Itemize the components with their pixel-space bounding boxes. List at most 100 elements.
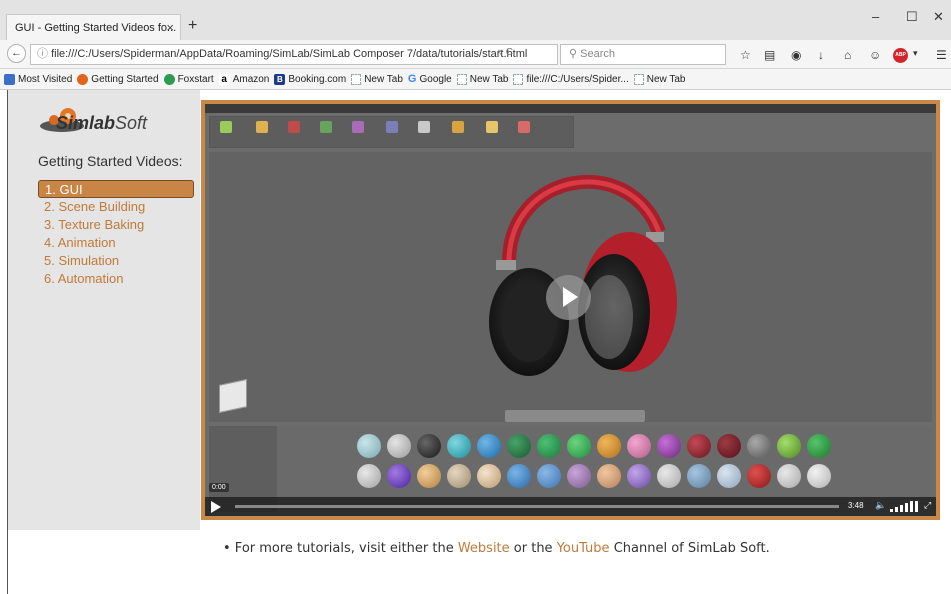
navigation-bar: ← ⓘ file:///C:/Users/Spiderman/AppData/R… <box>0 40 951 69</box>
google-icon: G <box>407 73 417 85</box>
home-icon[interactable]: ⌂ <box>844 48 851 62</box>
material-sphere <box>807 434 831 458</box>
duration: 3:48 <box>848 501 864 510</box>
bookmark-label: Getting Started <box>91 73 159 85</box>
video-controls: 0:00 3:48 🔈 ⤢ <box>205 483 936 516</box>
pocket-icon[interactable]: ◉ <box>791 48 801 62</box>
new-tab-button[interactable]: + <box>188 17 197 35</box>
bookmark-most-visited[interactable]: Most Visited <box>4 73 73 85</box>
reload-icon[interactable]: ▿ C <box>498 47 513 58</box>
bookmark-label: Booking.com <box>288 73 347 85</box>
bookmark-label: Google <box>419 73 452 85</box>
url-text: file:///C:/Users/Spiderman/AppData/Roami… <box>51 48 528 60</box>
material-sphere <box>597 464 621 488</box>
reading-list-icon[interactable]: ▤ <box>764 48 775 62</box>
bookmark-foxstart[interactable]: Foxstart <box>163 73 214 85</box>
material-sphere <box>387 464 411 488</box>
blank-page-icon <box>633 73 644 85</box>
big-play-button[interactable] <box>546 275 591 320</box>
app-tool-icon <box>320 121 332 133</box>
tab-active[interactable]: GUI - Getting Started Videos fo... × <box>6 14 181 40</box>
material-sphere <box>687 464 711 488</box>
play-icon[interactable] <box>211 501 221 513</box>
material-sphere <box>747 434 771 458</box>
volume-slider[interactable] <box>890 501 920 512</box>
material-sphere <box>687 434 711 458</box>
viewport-toolbar <box>505 410 645 422</box>
bookmark-google[interactable]: G Google <box>408 73 452 85</box>
address-bar[interactable]: ⓘ file:///C:/Users/Spiderman/AppData/Roa… <box>30 44 558 65</box>
material-sphere <box>417 464 441 488</box>
play-icon <box>563 287 578 307</box>
page-content: SimlabSoft Getting Started Videos: 1. GU… <box>8 90 951 594</box>
bookmark-new-tab[interactable]: New Tab <box>351 73 403 85</box>
seek-bar[interactable] <box>235 505 839 508</box>
most-visited-icon <box>4 73 15 85</box>
app-tool-icon <box>452 121 464 133</box>
app-tool-icon <box>352 121 364 133</box>
bookmark-file[interactable]: file:///C:/Users/Spider... <box>513 73 629 85</box>
info-icon: ⓘ <box>37 48 48 60</box>
maximize-button[interactable]: ☐ <box>906 9 918 25</box>
menu-item-automation[interactable]: 6. Automation <box>38 270 194 288</box>
app-tool-icon <box>220 121 232 133</box>
logo-text: SimlabSoft <box>56 113 147 134</box>
bookmark-amazon[interactable]: a Amazon <box>218 73 270 85</box>
video-player[interactable]: 0:00 3:48 🔈 ⤢ <box>205 104 936 516</box>
material-sphere <box>537 434 561 458</box>
material-sphere <box>777 464 801 488</box>
bookmark-booking[interactable]: B Booking.com <box>274 73 347 85</box>
bookmark-label: Most Visited <box>18 73 73 85</box>
chevron-down-icon[interactable]: ▾ <box>913 48 918 59</box>
website-link[interactable]: Website <box>458 541 510 556</box>
bookmark-label: file:///C:/Users/Spider... <box>526 73 629 85</box>
footer-note: • For more tutorials, visit either the W… <box>223 541 770 556</box>
adblock-icon[interactable]: ABP <box>893 48 908 63</box>
search-placeholder: Search <box>580 48 615 60</box>
menu-item-scene-building[interactable]: 2. Scene Building <box>38 198 194 216</box>
bookmark-label: New Tab <box>646 73 686 85</box>
material-sphere <box>567 434 591 458</box>
bookmark-label: New Tab <box>469 73 509 85</box>
smiley-icon[interactable]: ☺ <box>869 48 881 62</box>
fullscreen-icon[interactable]: ⤢ <box>924 500 931 511</box>
tab-close-icon[interactable]: × <box>166 20 174 35</box>
bookmark-new-tab[interactable]: New Tab <box>456 73 509 85</box>
hamburger-menu-icon[interactable]: ☰ <box>936 48 947 62</box>
bookmark-star-icon[interactable]: ☆ <box>740 48 751 62</box>
volume-icon[interactable]: 🔈 <box>875 500 886 511</box>
video-app-toolbar <box>209 116 574 148</box>
material-sphere <box>477 434 501 458</box>
tab-title: GUI - Getting Started Videos fo... <box>15 21 177 34</box>
footer-text: For more tutorials, visit either the <box>230 541 458 556</box>
search-input[interactable]: ⚲ Search <box>560 44 726 65</box>
footer-text: Channel of SimLab Soft. <box>609 541 770 556</box>
menu-item-simulation[interactable]: 5. Simulation <box>38 252 194 270</box>
menu-item-gui[interactable]: 1. GUI <box>38 180 194 198</box>
material-sphere <box>657 464 681 488</box>
minimize-button[interactable]: – <box>872 9 879 24</box>
material-sphere <box>447 464 471 488</box>
blank-page-icon <box>351 73 362 85</box>
menu-item-texture-baking[interactable]: 3. Texture Baking <box>38 216 194 234</box>
search-icon: ⚲ <box>569 48 578 60</box>
video-frame: 0:00 3:48 🔈 ⤢ <box>201 100 940 520</box>
material-sphere <box>717 434 741 458</box>
youtube-link[interactable]: YouTube <box>557 541 610 556</box>
material-sphere <box>417 434 441 458</box>
close-window-button[interactable]: ✕ <box>933 9 944 25</box>
material-sphere <box>357 434 381 458</box>
bookmark-label: Amazon <box>232 73 270 85</box>
menu-item-animation[interactable]: 4. Animation <box>38 234 194 252</box>
download-icon[interactable]: ↓ <box>818 48 824 62</box>
app-tool-icon <box>418 121 430 133</box>
current-time: 0:00 <box>209 483 229 492</box>
app-tool-icon <box>288 121 300 133</box>
tutorial-menu: 1. GUI 2. Scene Building 3. Texture Baki… <box>38 180 194 288</box>
bookmark-getting-started[interactable]: Getting Started <box>77 73 159 85</box>
blank-page-icon <box>513 73 524 85</box>
material-sphere <box>507 464 531 488</box>
back-button[interactable]: ← <box>7 44 26 63</box>
app-tool-icon <box>386 121 398 133</box>
bookmark-new-tab[interactable]: New Tab <box>633 73 686 85</box>
